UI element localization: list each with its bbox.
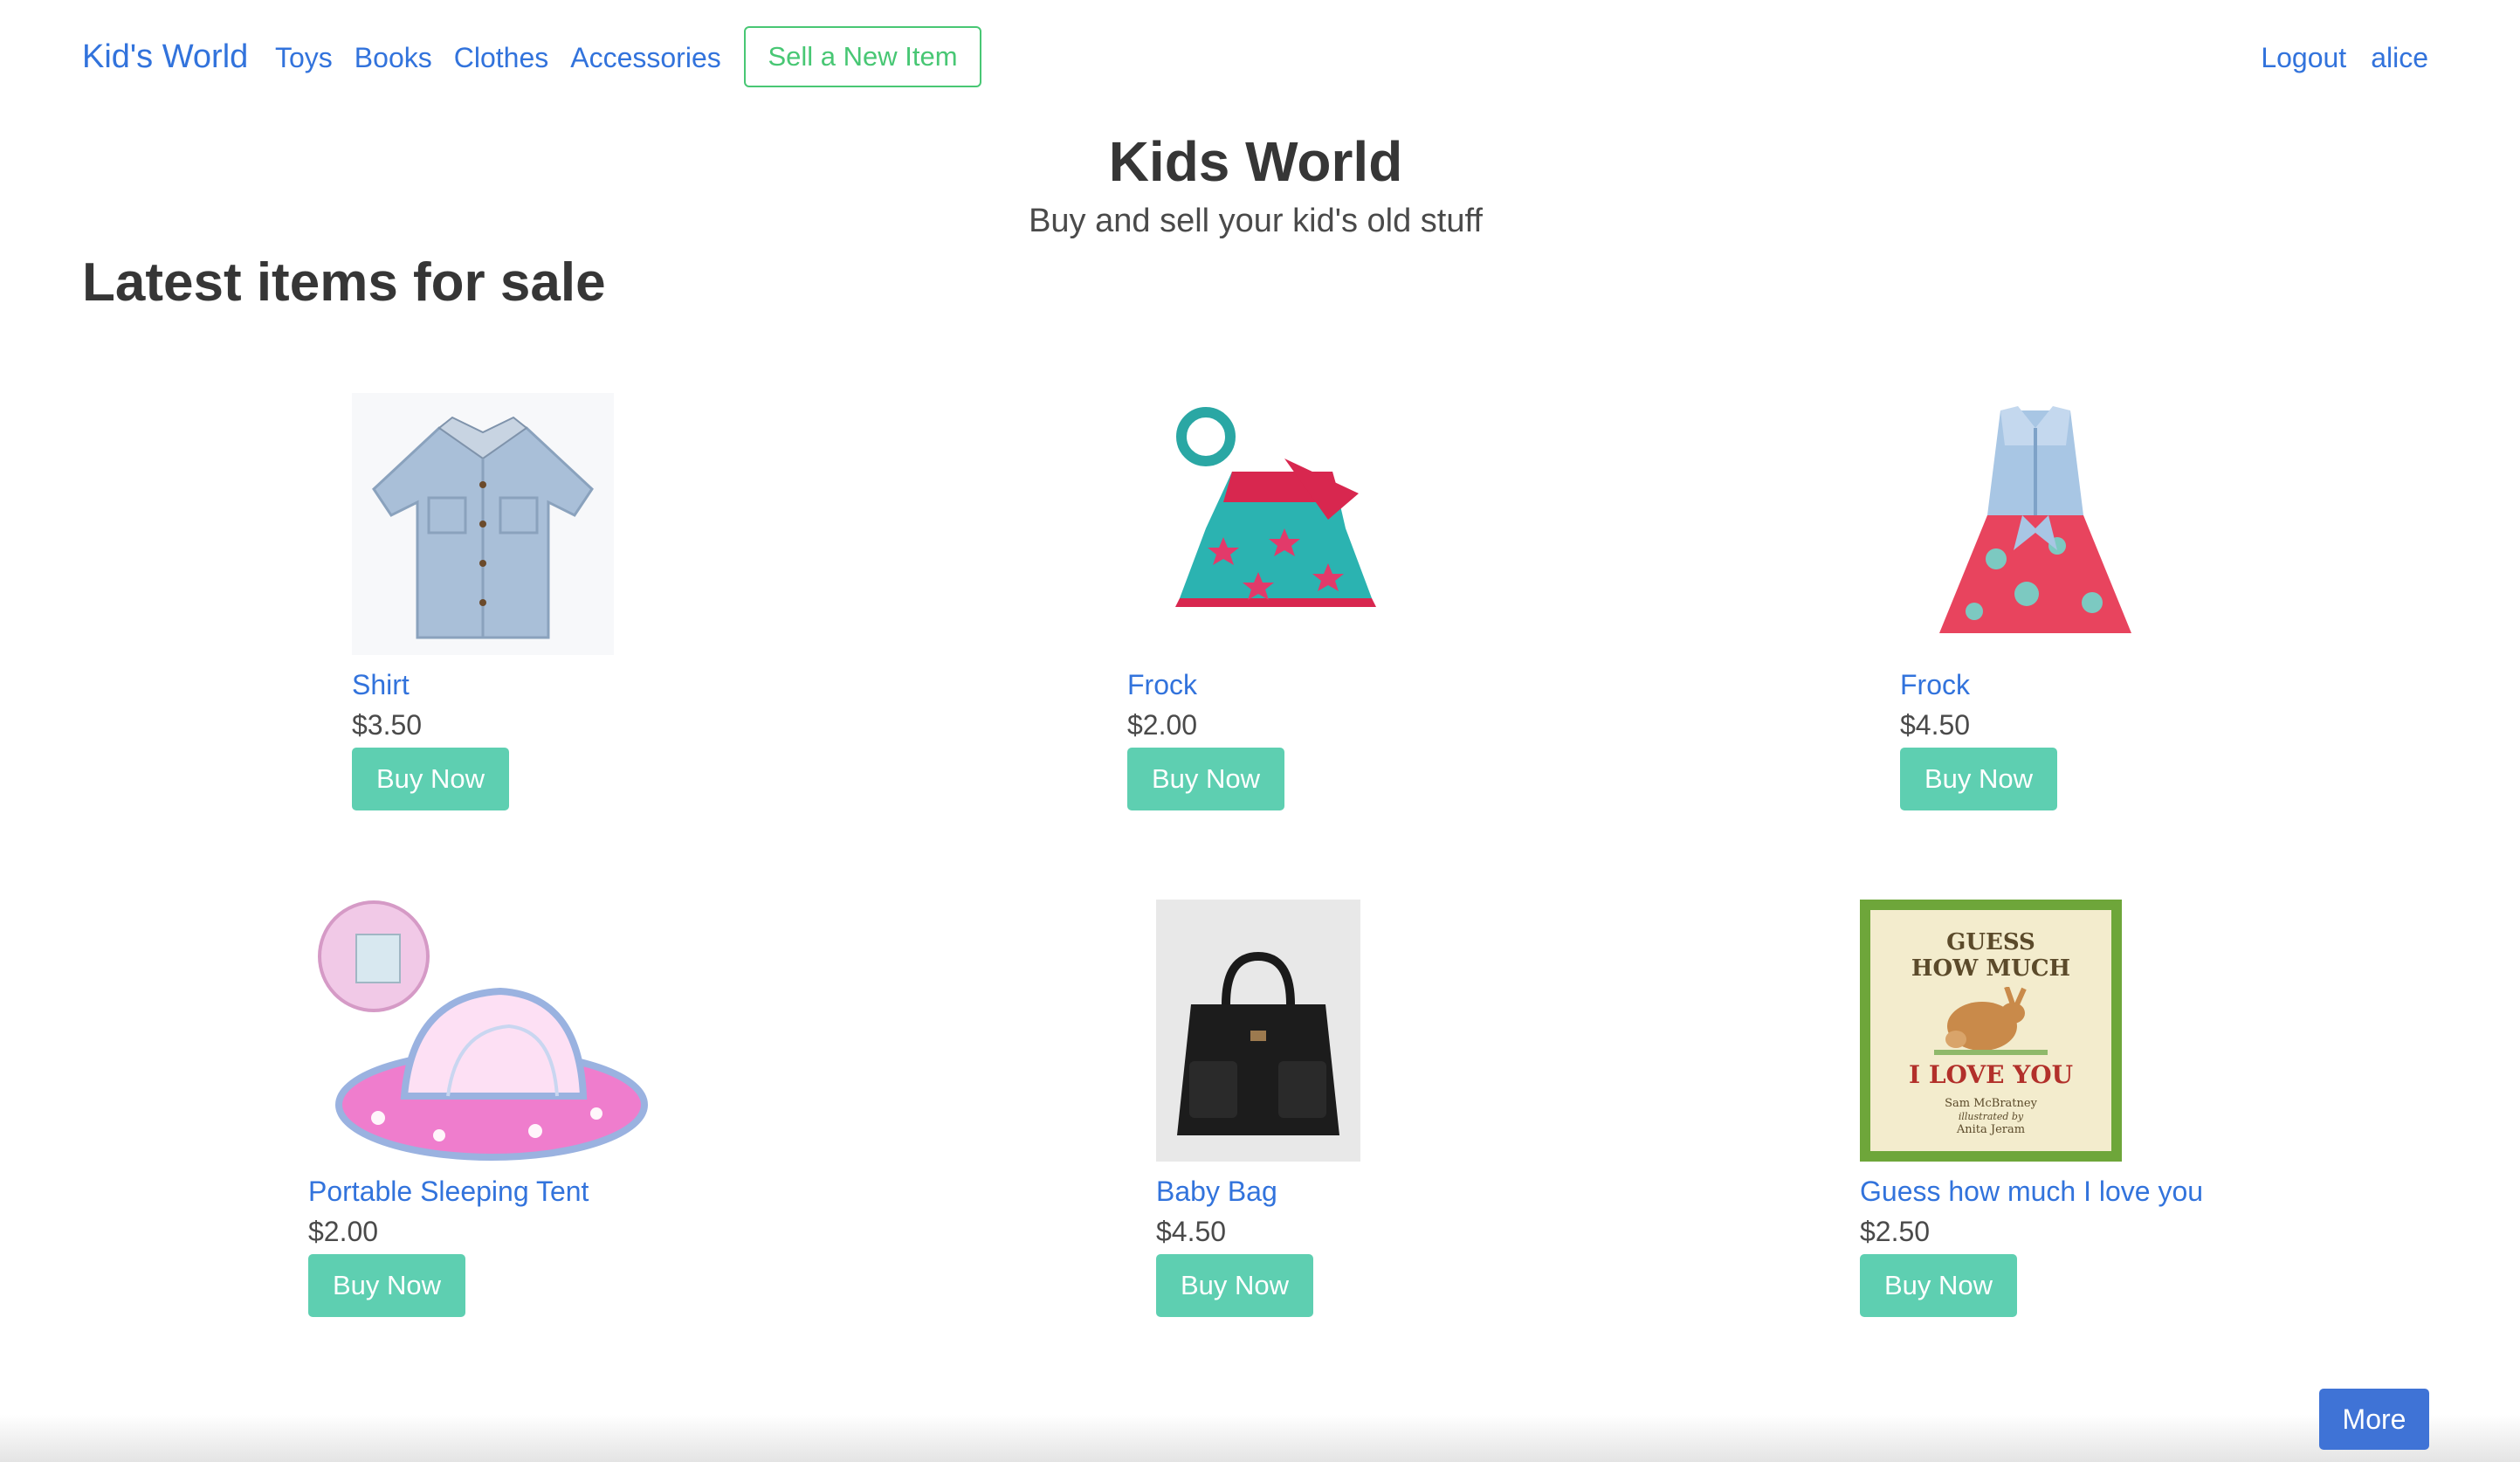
navbar: Kid's World Toys Books Clothes Accessori…: [0, 0, 2520, 117]
buy-now-button[interactable]: Buy Now: [1860, 1254, 2017, 1317]
item-price: $4.50: [1156, 1216, 1227, 1247]
frock-image[interactable]: [1153, 389, 1389, 655]
page-subtitle: Buy and sell your kid's old stuff: [1029, 203, 1483, 239]
buy-now-button[interactable]: Buy Now: [1127, 748, 1284, 810]
item-price: $3.50: [352, 709, 423, 741]
buy-now-button[interactable]: Buy Now: [1900, 748, 2057, 810]
item-name-link[interactable]: Frock: [1900, 669, 1970, 701]
frock-image[interactable]: [1926, 393, 2145, 655]
book-title-line3: I LOVE YOU: [1908, 1060, 2074, 1089]
item-name-link[interactable]: Portable Sleeping Tent: [308, 1176, 589, 1208]
item-card-frock-1: Frock $2.00 Buy Now: [1127, 389, 1389, 817]
section-title: Latest items for sale: [82, 252, 606, 313]
page-title: Kids World: [1108, 130, 1403, 193]
book-title-line2: HOW MUCH: [1911, 955, 2071, 982]
tent-image[interactable]: [308, 900, 649, 1162]
nav-links: Toys Books Clothes Accessories: [275, 42, 743, 74]
item-name-link[interactable]: Baby Bag: [1156, 1176, 1277, 1208]
sell-new-item-button[interactable]: Sell a New Item: [744, 26, 981, 87]
nav-link-clothes[interactable]: Clothes: [454, 42, 549, 74]
book-author: Sam McBratney: [1945, 1097, 2037, 1110]
item-price: $4.50: [1900, 709, 1971, 741]
item-name-link[interactable]: Guess how much I love you: [1860, 1176, 2203, 1208]
nav-user-area: Logout alice: [2261, 42, 2428, 74]
buy-now-button[interactable]: Buy Now: [1156, 1254, 1313, 1317]
item-name-link[interactable]: Shirt: [352, 669, 410, 701]
bag-image[interactable]: [1156, 900, 1360, 1162]
bottom-shade: [0, 1415, 2520, 1462]
item-card-baby-bag: Baby Bag $4.50 Buy Now: [1156, 900, 1418, 1319]
more-button[interactable]: More: [2319, 1389, 2429, 1450]
item-price: $2.50: [1860, 1216, 1931, 1247]
item-card-sleeping-tent: Portable Sleeping Tent $2.00 Buy Now: [308, 900, 675, 1319]
nav-link-accessories[interactable]: Accessories: [570, 42, 721, 74]
book-illustrated-by: illustrated by: [1958, 1111, 2024, 1122]
item-price: $2.00: [1127, 709, 1198, 741]
buy-now-button[interactable]: Buy Now: [308, 1254, 465, 1317]
username-link[interactable]: alice: [2371, 42, 2428, 74]
buy-now-button[interactable]: Buy Now: [352, 748, 509, 810]
item-card-book: GUESS HOW MUCH I LOVE YOU Sam McBratney …: [1860, 900, 2227, 1319]
book-illustrator: Anita Jeram: [1956, 1123, 2026, 1136]
hare-illustration: [1934, 987, 2048, 1055]
book-cover: GUESS HOW MUCH I LOVE YOU Sam McBratney …: [1870, 910, 2111, 1151]
item-name-link[interactable]: Frock: [1127, 669, 1197, 701]
brand-link[interactable]: Kid's World: [82, 38, 248, 76]
item-card-shirt: Shirt $3.50 Buy Now: [352, 393, 614, 812]
nav-link-toys[interactable]: Toys: [275, 42, 333, 74]
book-title-line1: GUESS: [1946, 929, 2035, 955]
item-price: $2.00: [308, 1216, 379, 1247]
shirt-image[interactable]: [352, 393, 614, 655]
nav-link-books[interactable]: Books: [355, 42, 432, 74]
book-image[interactable]: GUESS HOW MUCH I LOVE YOU Sam McBratney …: [1860, 900, 2122, 1162]
logout-link[interactable]: Logout: [2261, 42, 2346, 74]
item-card-frock-2: Frock $4.50 Buy Now: [1900, 393, 2162, 812]
